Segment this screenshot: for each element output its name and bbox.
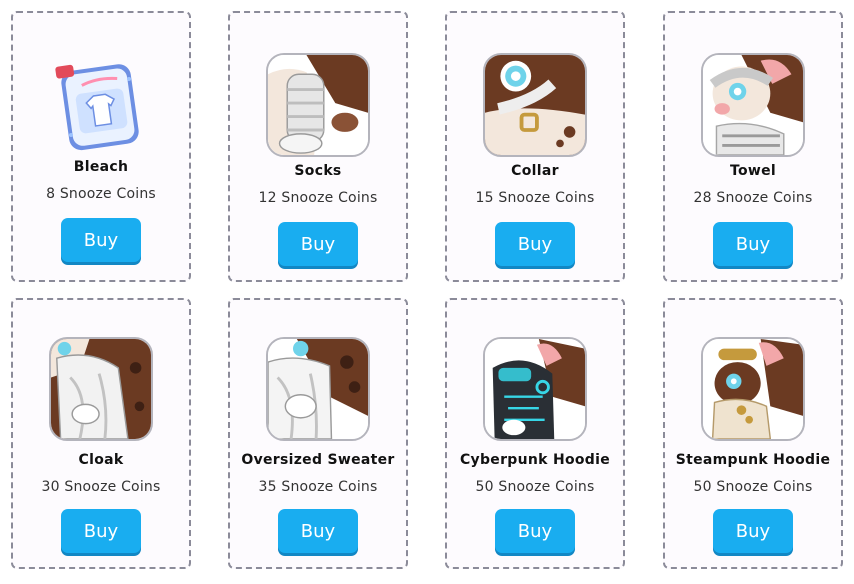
collar-preview <box>483 53 587 157</box>
buy-button[interactable]: Buy <box>713 509 793 553</box>
cyberpunk-hoodie-preview <box>483 337 587 441</box>
item-name: Collar <box>511 163 559 179</box>
item-price: 35 Snooze Coins <box>258 479 378 495</box>
item-name: Cyberpunk Hoodie <box>459 452 611 468</box>
buy-button[interactable]: Buy <box>278 509 358 553</box>
cloak-preview <box>49 337 153 441</box>
socks-preview <box>266 53 370 157</box>
shop-item-card-towel: Towel 28 Snooze Coins Buy <box>663 11 843 282</box>
shop-item-card-oversized-sweater: Oversized Sweater 35 Snooze Coins Buy <box>228 298 408 569</box>
item-price: 30 Snooze Coins <box>41 479 161 495</box>
item-name: Bleach <box>73 159 129 175</box>
item-price: 15 Snooze Coins <box>475 190 595 206</box>
item-price: 8 Snooze Coins <box>46 186 156 202</box>
item-name: Oversized Sweater <box>241 452 395 468</box>
item-name: Socks <box>294 163 342 179</box>
buy-button[interactable]: Buy <box>495 509 575 553</box>
shop-item-card-cloak: Cloak 30 Snooze Coins Buy <box>11 298 191 569</box>
steampunk-hoodie-preview <box>701 337 805 441</box>
shop-item-card-steampunk-hoodie: Steampunk Hoodie 50 Snooze Coins Buy <box>663 298 843 569</box>
buy-button[interactable]: Buy <box>61 218 141 262</box>
bleach-bottle-icon <box>55 53 147 153</box>
item-price: 50 Snooze Coins <box>693 479 813 495</box>
buy-button[interactable]: Buy <box>61 509 141 553</box>
buy-button[interactable]: Buy <box>713 222 793 266</box>
item-price: 12 Snooze Coins <box>258 190 378 206</box>
item-price: 28 Snooze Coins <box>693 190 813 206</box>
item-name: Towel <box>729 163 777 179</box>
towel-preview <box>701 53 805 157</box>
item-price: 50 Snooze Coins <box>475 479 595 495</box>
shop-item-card-socks: Socks 12 Snooze Coins Buy <box>228 11 408 282</box>
item-name: Steampunk Hoodie <box>675 452 831 468</box>
item-name: Cloak <box>78 452 124 468</box>
sweater-preview <box>266 337 370 441</box>
shop-item-card-cyberpunk-hoodie: Cyberpunk Hoodie 50 Snooze Coins Buy <box>445 298 625 569</box>
buy-button[interactable]: Buy <box>278 222 358 266</box>
shop-item-card-collar: Collar 15 Snooze Coins Buy <box>445 11 625 282</box>
shop-item-card-bleach: Bleach 8 Snooze Coins Buy <box>11 11 191 282</box>
buy-button[interactable]: Buy <box>495 222 575 266</box>
